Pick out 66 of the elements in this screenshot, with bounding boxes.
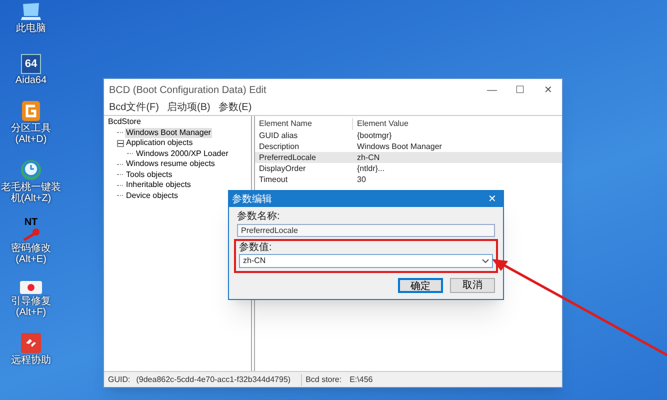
tree-item[interactable]: Windows Boot Manager <box>125 128 212 138</box>
table-row[interactable]: PreferredLocale zh-CN <box>255 152 562 163</box>
icon-label: Aida64 <box>14 75 48 86</box>
partition-icon <box>21 100 41 122</box>
close-button[interactable]: ✕ <box>534 80 562 100</box>
dropdown-value: zh-CN <box>243 255 266 267</box>
dialog-title: 参数编辑 <box>232 192 272 206</box>
table-row[interactable]: GUID alias {bootmgr} <box>255 130 562 141</box>
tree-item[interactable]: Application objects <box>125 138 194 148</box>
field-label: 参数名称: <box>237 210 281 224</box>
table-row[interactable]: Timeout 30 <box>255 174 562 185</box>
menu-item[interactable]: Bcd文件(F) <box>109 102 159 114</box>
table-cell-text: zh-CN <box>356 152 381 164</box>
field-label: 参数值: <box>239 241 273 254</box>
table-cell-text: DisplayOrder <box>258 162 307 174</box>
chevron-down-icon <box>482 259 489 263</box>
menu-item[interactable]: 参数(E) <box>218 102 252 114</box>
desktop-icon[interactable]: 此电脑 <box>0 2 62 34</box>
collapse-icon[interactable] <box>117 140 124 147</box>
icon-label: 引导修复(Alt+F) <box>10 296 52 318</box>
name-field[interactable]: PreferredLocale <box>237 224 495 237</box>
status-label: Bcd store: <box>306 374 343 386</box>
status-value: (9dea862c-5cdd-4e70-acc1-f32b344d4795) <box>136 374 302 386</box>
cancel-button[interactable]: 取消 <box>450 278 495 293</box>
table-cell-text: Windows Boot Manager <box>356 140 443 152</box>
column-header[interactable]: Element Value <box>353 118 562 130</box>
table-cell-text: Description <box>258 140 300 152</box>
desktop-icon[interactable]: 分区工具(Alt+D) <box>0 100 62 145</box>
window-title: BCD (Boot Configuration Data) Edit <box>109 84 266 98</box>
desktop-icon[interactable]: 64 Aida64 <box>0 54 62 86</box>
table-cell-text: GUID alias <box>258 130 299 142</box>
status-value: E:\456 <box>350 374 374 386</box>
column-header[interactable]: Element Name <box>255 118 353 130</box>
desktop-icon[interactable]: 引导修复(Alt+F) <box>0 279 62 318</box>
desktop-icon[interactable]: 远程协助 <box>0 332 62 366</box>
tree-item[interactable]: Tools objects <box>125 170 174 180</box>
tree-item[interactable]: Inheritable objects <box>125 180 192 190</box>
tree-item[interactable]: Device objects <box>125 190 180 201</box>
icon-label: 老毛桃一键装机(Alt+Z) <box>1 182 61 204</box>
chip-icon: 64 <box>21 54 41 74</box>
table-cell-text: {ntldr}... <box>356 162 386 174</box>
maximize-button[interactable]: ☐ <box>506 80 534 100</box>
icon-label: 分区工具(Alt+D) <box>10 123 52 145</box>
icon-label: 密码修改(Alt+E) <box>10 243 52 265</box>
table-cell-text: 30 <box>356 174 367 186</box>
tree-item[interactable]: BcdStore <box>107 117 142 128</box>
table-row[interactable]: Description Windows Boot Manager <box>255 141 562 152</box>
desktop-icon[interactable]: 老毛桃一键装机(Alt+Z) <box>0 159 62 204</box>
table-cell-text: PreferredLocale <box>258 152 317 164</box>
icon-label: 远程协助 <box>10 355 52 366</box>
table-cell-text: {bootmgr} <box>356 130 393 142</box>
value-dropdown[interactable]: zh-CN <box>239 254 493 268</box>
status-label: GUID: <box>107 374 132 386</box>
table-cell-text: Timeout <box>258 174 289 186</box>
ok-button[interactable]: 确定 <box>398 278 443 293</box>
computer-icon <box>20 2 42 22</box>
icon-letters: NT <box>24 218 38 228</box>
icon-label: 此电脑 <box>15 23 47 34</box>
desktop-icon[interactable]: NT 密码修改(Alt+E) <box>0 218 62 265</box>
minimize-button[interactable]: — <box>478 80 506 100</box>
tree-item[interactable]: Windows resume objects <box>125 159 216 170</box>
clock-icon <box>20 159 42 181</box>
tree-item[interactable]: Windows 2000/XP Loader <box>135 148 230 159</box>
close-button[interactable]: ✕ <box>484 192 500 206</box>
table-row[interactable]: DisplayOrder {ntldr}... <box>255 163 562 174</box>
menu-item[interactable]: 启动项(B) <box>167 102 210 114</box>
